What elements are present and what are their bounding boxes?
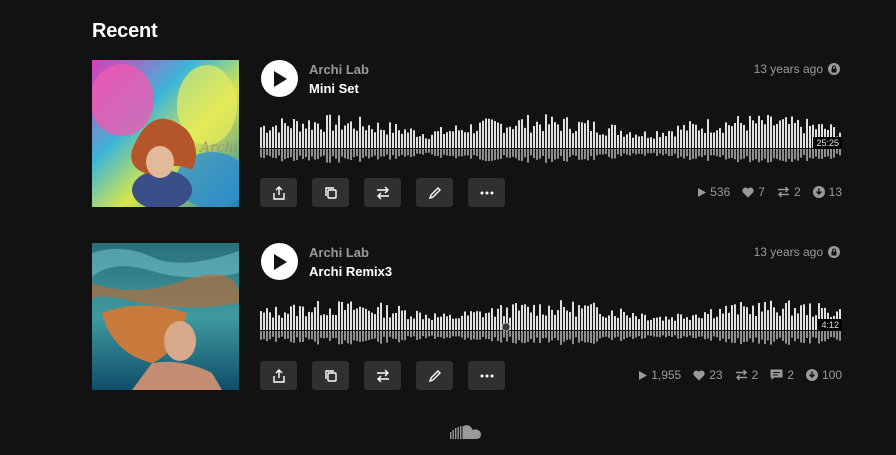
copy-icon (324, 186, 337, 199)
section-title: Recent (92, 20, 158, 42)
likes-stat[interactable]: 23 (693, 368, 723, 382)
lock-icon (828, 246, 840, 258)
waveform-bars (260, 300, 841, 345)
copy-link-button[interactable] (312, 361, 349, 390)
repost-icon (735, 369, 747, 381)
share-icon (272, 185, 285, 200)
share-icon (272, 368, 285, 383)
posted-time-text: 13 years ago (753, 62, 823, 76)
play-icon (273, 253, 287, 270)
action-bar (260, 178, 505, 207)
track-artwork[interactable] (92, 243, 239, 390)
svg-text:Archi: Archi (198, 140, 238, 156)
repost-icon (376, 369, 389, 382)
share-button[interactable] (260, 361, 297, 390)
track-title[interactable]: Mini Set (309, 81, 359, 96)
track-artist[interactable]: Archi Lab (309, 62, 369, 77)
copy-link-button[interactable] (312, 178, 349, 207)
repost-button[interactable] (364, 178, 401, 207)
heart-icon (742, 187, 754, 197)
plays-stat: 536 (698, 185, 730, 199)
plays-count: 536 (710, 185, 731, 199)
likes-stat[interactable]: 7 (742, 185, 765, 199)
reposts-count: 2 (751, 368, 759, 382)
copy-icon (324, 369, 337, 382)
reposts-count: 2 (793, 185, 801, 199)
repost-icon (376, 186, 389, 199)
play-icon (273, 70, 287, 87)
heart-icon (693, 370, 705, 380)
more-button[interactable] (468, 361, 505, 390)
posted-time-text: 13 years ago (753, 245, 823, 259)
comment-marker[interactable] (502, 323, 510, 331)
plays-stat: 1,955 (639, 368, 681, 382)
downloads-count: 13 (828, 185, 842, 199)
lock-icon (828, 63, 840, 75)
track-duration: 4:12 (818, 319, 842, 331)
track-stats: 536 7 2 13 (698, 185, 842, 199)
posted-time: 13 years ago (754, 62, 840, 76)
download-icon (812, 186, 825, 198)
downloads-stat[interactable]: 13 (812, 185, 842, 199)
action-bar (260, 361, 505, 390)
waveform[interactable]: 25:25 (260, 112, 842, 164)
more-button[interactable] (468, 178, 505, 207)
edit-button[interactable] (416, 361, 453, 390)
posted-time: 13 years ago (754, 245, 840, 259)
download-icon (805, 369, 818, 381)
pencil-icon (428, 186, 441, 199)
track-artist[interactable]: Archi Lab (309, 245, 369, 260)
more-icon (480, 374, 493, 377)
play-button[interactable] (261, 243, 298, 280)
waveform-bars (260, 114, 841, 163)
play-icon (639, 370, 648, 380)
track-title[interactable]: Archi Remix3 (309, 264, 392, 279)
repost-icon (777, 186, 789, 198)
more-icon (480, 191, 493, 194)
play-button[interactable] (261, 60, 298, 97)
repost-button[interactable] (364, 361, 401, 390)
track-item: Archi Lab Archi Remix3 13 years ago 4:12 (92, 243, 842, 391)
track-artwork[interactable]: Archi (92, 60, 239, 207)
reposts-stat[interactable]: 2 (735, 368, 759, 382)
track-stats: 1,955 23 2 2 100 (639, 368, 842, 382)
play-icon (698, 187, 707, 197)
downloads-stat[interactable]: 100 (805, 368, 842, 382)
likes-count: 7 (758, 185, 765, 199)
pencil-icon (428, 369, 441, 382)
soundcloud-icon[interactable] (450, 424, 482, 445)
track-duration: 25:25 (813, 137, 842, 149)
downloads-count: 100 (821, 368, 842, 382)
share-button[interactable] (260, 178, 297, 207)
plays-count: 1,955 (651, 368, 682, 382)
edit-button[interactable] (416, 178, 453, 207)
waveform[interactable]: 4:12 (260, 295, 842, 347)
reposts-stat[interactable]: 2 (777, 185, 801, 199)
comment-icon (770, 369, 783, 380)
comments-stat[interactable]: 2 (770, 368, 794, 382)
track-item: Archi Archi Lab Mini Set 13 years ago 25… (92, 60, 842, 208)
likes-count: 23 (709, 368, 723, 382)
comments-count: 2 (787, 368, 794, 382)
